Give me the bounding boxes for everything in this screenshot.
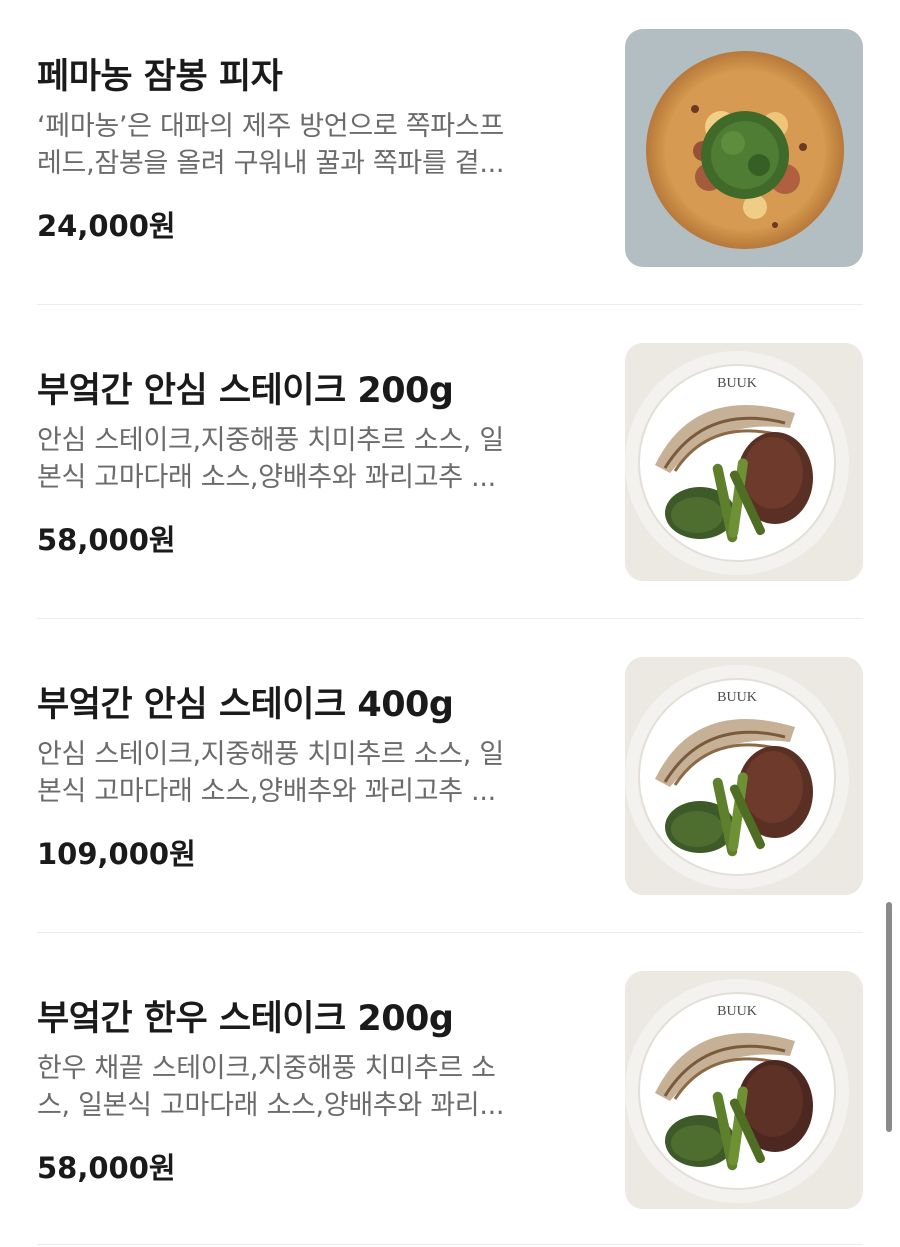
menu-divider <box>37 618 863 619</box>
menu-item-description-line: 안심 스테이크,지중해풍 치미추르 소스, 일 <box>37 425 504 456</box>
menu-item-description-line: ‘페마농’은 대파의 제주 방언으로 쪽파스프 <box>37 111 504 142</box>
scrollbar-thumb[interactable] <box>886 902 892 1132</box>
menu-item-pemanong-pizza[interactable]: 페마농 잠봉 피자 ‘페마농’은 대파의 제주 방언으로 쪽파스프 레드,잠봉을… <box>37 0 863 267</box>
menu-divider <box>37 304 863 305</box>
menu-item-buuk-tenderloin-400g[interactable]: 부엌간 안심 스테이크 400g 안심 스테이크,지중해풍 치미추르 소스, 일… <box>37 628 863 895</box>
menu-item-description-line: 본식 고마다래 소스,양배추와 꽈리고추 ... <box>37 462 496 493</box>
menu-divider <box>37 1244 863 1245</box>
menu-divider <box>37 932 863 933</box>
menu-item-description-line: 스, 일본식 고마다래 소스,양배추와 꽈리... <box>37 1090 505 1121</box>
menu-item-name: 부엌간 안심 스테이크 200g <box>37 371 454 411</box>
pizza-photo[interactable] <box>625 29 863 267</box>
menu-item-description: 안심 스테이크,지중해풍 치미추르 소스, 일 본식 고마다래 소스,양배추와 … <box>37 736 597 810</box>
plate-logo-text: BUUK <box>717 1004 757 1019</box>
menu-item-description: 한우 채끝 스테이크,지중해풍 치미추르 소 스, 일본식 고마다래 소스,양배… <box>37 1050 597 1124</box>
menu-item-buuk-tenderloin-200g[interactable]: 부엌간 안심 스테이크 200g 안심 스테이크,지중해풍 치미추르 소스, 일… <box>37 314 863 581</box>
steak-photo[interactable]: BUUK <box>625 343 863 581</box>
menu-item-description-line: 안심 스테이크,지중해풍 치미추르 소스, 일 <box>37 739 504 770</box>
steak-photo[interactable]: BUUK <box>625 657 863 895</box>
plate-logo-text: BUUK <box>717 376 757 391</box>
menu-item-name: 부엌간 안심 스테이크 400g <box>37 685 454 725</box>
menu-item-name: 페마농 잠봉 피자 <box>37 57 283 97</box>
menu-item-price: 109,000원 <box>37 837 196 871</box>
menu-item-name: 부엌간 한우 스테이크 200g <box>37 999 454 1039</box>
menu-item-price: 24,000원 <box>37 209 176 243</box>
menu-item-price: 58,000원 <box>37 523 176 557</box>
menu-item-description-line: 한우 채끝 스테이크,지중해풍 치미추르 소 <box>37 1053 496 1084</box>
menu-item-description-line: 본식 고마다래 소스,양배추와 꽈리고추 ... <box>37 776 496 807</box>
steak-photo[interactable]: BUUK <box>625 971 863 1209</box>
menu-item-buuk-hanwoo-200g[interactable]: 부엌간 한우 스테이크 200g 한우 채끝 스테이크,지중해풍 치미추르 소 … <box>37 942 863 1209</box>
menu-item-price: 58,000원 <box>37 1151 176 1185</box>
plate-logo-text: BUUK <box>717 690 757 705</box>
menu-item-description-line: 레드,잠봉을 올려 구워내 꿀과 쪽파를 곁... <box>37 148 505 179</box>
menu-item-description: 안심 스테이크,지중해풍 치미추르 소스, 일 본식 고마다래 소스,양배추와 … <box>37 422 597 496</box>
menu-item-description: ‘페마농’은 대파의 제주 방언으로 쪽파스프 레드,잠봉을 올려 구워내 꿀과… <box>37 108 597 182</box>
